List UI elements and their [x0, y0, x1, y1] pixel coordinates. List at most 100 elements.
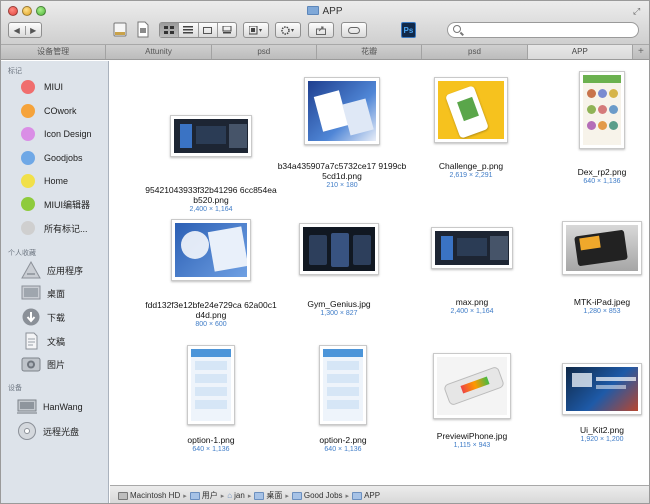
icon-view-button[interactable]	[160, 23, 179, 37]
tag-button[interactable]	[341, 22, 367, 38]
remote-disc-icon	[18, 422, 36, 440]
sidebar-tag-home[interactable]: Home	[1, 170, 109, 192]
sidebar-item-downloads[interactable]: 下载	[1, 306, 109, 328]
file-name: option-2.png	[319, 435, 367, 445]
file-thumbnail	[562, 221, 642, 275]
finder-window: APP ⤢ ◀ ▶ Ps 设备管理 Attunity psd 花瓣 psd AP…	[0, 0, 650, 504]
sidebar-item-desktop[interactable]: 桌面	[1, 282, 109, 304]
file-name: b34a435907a7c5732ce17 9199cb5cd1d.png	[277, 161, 407, 181]
pictures-icon	[21, 357, 41, 372]
tab-5[interactable]: APP	[527, 45, 633, 59]
file-item[interactable]: PreviewiPhone.jpg 1,115 × 943	[406, 345, 538, 450]
tab-3[interactable]: 花瓣	[317, 45, 423, 59]
documents-icon	[25, 332, 38, 350]
file-item[interactable]: fdd132f3e12bfe24e729ca 62a00c1d4d.png 80…	[145, 211, 277, 329]
file-item[interactable]: 95421043933f32b41296 6cc854eab520.png 2,…	[145, 91, 277, 214]
folder-icon	[189, 491, 200, 500]
tab-1[interactable]: Attunity	[106, 45, 212, 59]
svg-text:Ps: Ps	[404, 26, 414, 35]
tag-color-dot	[21, 80, 35, 94]
path-item[interactable]: Macintosh HD	[118, 491, 180, 500]
file-name: option-1.png	[187, 435, 235, 445]
tab-2[interactable]: psd	[212, 45, 317, 59]
sidebar-item-pictures[interactable]: 图片	[1, 353, 109, 375]
file-name: MTK-iPad.jpeg	[573, 297, 631, 307]
sidebar-tag-cowork[interactable]: COwork	[1, 100, 109, 122]
tab-4[interactable]: psd	[422, 45, 528, 59]
photoshop-icon[interactable]: Ps	[401, 22, 416, 38]
path-item[interactable]: ⌂ jan	[227, 491, 245, 500]
file-item[interactable]: Challenge_p.png 2,619 × 2,291	[405, 69, 537, 180]
file-thumbnail	[299, 223, 379, 275]
action-button[interactable]	[275, 22, 301, 38]
add-tab-button[interactable]: +	[633, 45, 649, 59]
forward-button[interactable]: ▶	[24, 25, 42, 35]
file-item[interactable]: option-1.png 640 × 1,136	[145, 345, 277, 454]
path-item[interactable]: 桌面	[254, 490, 282, 501]
folder-icon	[254, 491, 265, 500]
favorites-header: 个人收藏	[8, 250, 36, 257]
coverflow-view-button[interactable]	[216, 23, 236, 37]
file-item[interactable]: MTK-iPad.jpeg 1,280 × 853	[536, 211, 649, 316]
share-button[interactable]	[308, 22, 334, 38]
search-icon	[453, 25, 461, 33]
list-view-button[interactable]	[178, 23, 197, 37]
file-item[interactable]: b34a435907a7c5732ce17 9199cb5cd1d.png 21…	[276, 69, 408, 190]
path-item[interactable]: Good Jobs	[291, 491, 343, 500]
sidebar-all-tags[interactable]: 所有标记...	[1, 217, 109, 239]
path-item[interactable]: APP	[352, 491, 380, 500]
sidebar-item-applications[interactable]: 应用程序	[1, 259, 109, 281]
arrange-icon	[249, 25, 262, 34]
chevron-right-icon: ▸	[183, 492, 187, 500]
computer-icon	[17, 399, 37, 414]
file-name: Challenge_p.png	[438, 161, 504, 171]
file-name: Dex_rp2.png	[577, 167, 627, 177]
file-thumbnail	[431, 227, 513, 269]
chevron-right-icon: ▸	[285, 492, 289, 500]
document-icon[interactable]	[136, 21, 150, 38]
file-grid: 95421043933f32b41296 6cc854eab520.png 2,…	[110, 61, 649, 485]
sidebar-tag-miui[interactable]: MIUI	[1, 76, 109, 98]
back-button[interactable]: ◀	[9, 26, 25, 35]
tags-header: 标记	[8, 68, 22, 75]
column-view-button[interactable]	[197, 23, 217, 37]
sidebar-item-hanwang[interactable]: HanWang	[1, 396, 109, 418]
sidebar-tag-icon-design[interactable]: Icon Design	[1, 123, 109, 145]
file-item[interactable]: max.png 2,400 × 1,164	[406, 211, 538, 316]
file-item[interactable]: Ui_Kit2.png 1,920 × 1,200	[536, 345, 649, 444]
file-thumbnail	[319, 345, 367, 425]
drive-icon[interactable]	[113, 21, 127, 38]
sidebar-tag-miui-editor[interactable]: MIUI编辑器	[1, 193, 109, 215]
column-view-icon	[203, 26, 213, 34]
file-thumbnail	[433, 353, 511, 419]
sidebar-item-remote-disc[interactable]: 远程光盘	[1, 420, 109, 442]
folder-icon	[307, 6, 320, 15]
file-dimensions: 800 × 600	[195, 321, 227, 328]
file-item[interactable]: option-2.png 640 × 1,136	[277, 345, 409, 454]
devices-header: 设备	[8, 385, 22, 392]
arrange-button[interactable]	[243, 22, 269, 38]
tag-color-dot	[21, 197, 35, 211]
back-forward-group: ◀ ▶	[8, 22, 42, 38]
search-field[interactable]	[447, 22, 639, 38]
file-name: Gym_Genius.jpg	[307, 299, 371, 309]
path-item[interactable]: 用户	[189, 490, 218, 501]
view-mode-group	[159, 22, 237, 38]
file-thumbnail	[187, 345, 235, 425]
sidebar-item-documents[interactable]: 文稿	[1, 330, 109, 352]
sidebar-tag-goodjobs[interactable]: Goodjobs	[1, 147, 109, 169]
file-dimensions: 1,300 × 827	[320, 310, 358, 317]
tag-color-dot	[21, 151, 35, 165]
tab-bar: 设备管理 Attunity psd 花瓣 psd APP +	[1, 45, 649, 60]
file-thumbnail	[562, 363, 642, 415]
file-dimensions: 640 × 1,136	[583, 178, 621, 185]
file-thumbnail	[171, 219, 251, 281]
file-item[interactable]: Gym_Genius.jpg 1,300 × 827	[273, 211, 405, 318]
tag-icon	[348, 26, 360, 34]
window-title: APP	[1, 6, 649, 17]
file-item[interactable]: Dex_rp2.png 640 × 1,136	[536, 69, 649, 186]
file-name: fdd132f3e12bfe24e729ca 62a00c1d4d.png	[145, 300, 277, 320]
fullscreen-icon[interactable]: ⤢	[633, 7, 642, 16]
tab-0[interactable]: 设备管理	[1, 45, 107, 59]
file-dimensions: 640 × 1,136	[324, 446, 362, 453]
